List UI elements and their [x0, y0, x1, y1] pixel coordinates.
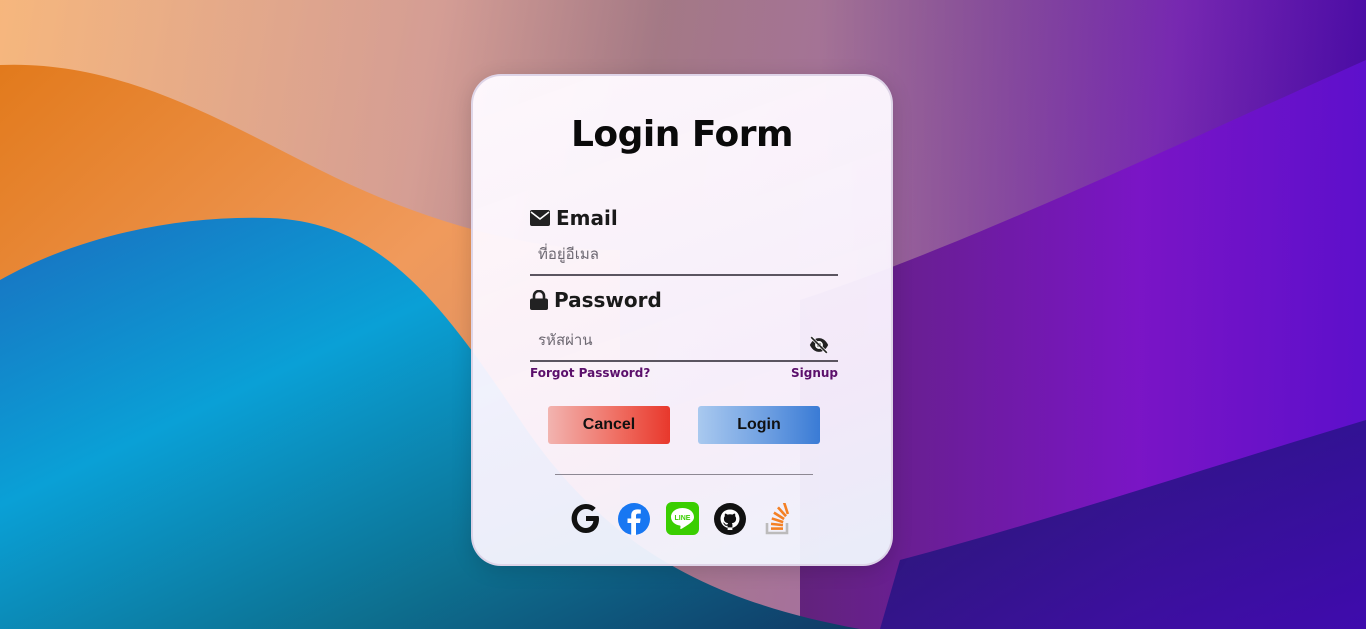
- password-label: Password: [530, 288, 662, 312]
- divider: [555, 474, 813, 475]
- eye-slash-icon[interactable]: [808, 334, 830, 356]
- stackoverflow-icon[interactable]: [762, 502, 795, 535]
- password-label-text: Password: [554, 288, 662, 312]
- facebook-icon[interactable]: [618, 502, 651, 535]
- forgot-password-link[interactable]: Forgot Password?: [530, 366, 650, 380]
- cancel-button[interactable]: Cancel: [548, 406, 670, 444]
- line-icon[interactable]: LINE: [665, 502, 699, 535]
- envelope-icon: [530, 210, 550, 226]
- github-icon[interactable]: [714, 502, 747, 535]
- lock-icon: [530, 290, 548, 310]
- email-field-wrap: [530, 234, 838, 276]
- line-icon-text: LINE: [674, 515, 690, 522]
- email-label: Email: [530, 206, 618, 230]
- login-card: Login Form Email Password: [471, 74, 893, 566]
- page-title: Login Form: [570, 114, 794, 155]
- email-label-text: Email: [556, 206, 618, 230]
- email-field[interactable]: [530, 234, 838, 274]
- social-login-row: LINE: [473, 502, 891, 535]
- password-field-wrap: [530, 320, 838, 362]
- password-field[interactable]: [530, 320, 838, 360]
- auth-links: Forgot Password? Signup: [530, 366, 838, 380]
- signup-link[interactable]: Signup: [791, 366, 838, 380]
- login-button[interactable]: Login: [698, 406, 820, 444]
- google-icon[interactable]: [570, 502, 603, 535]
